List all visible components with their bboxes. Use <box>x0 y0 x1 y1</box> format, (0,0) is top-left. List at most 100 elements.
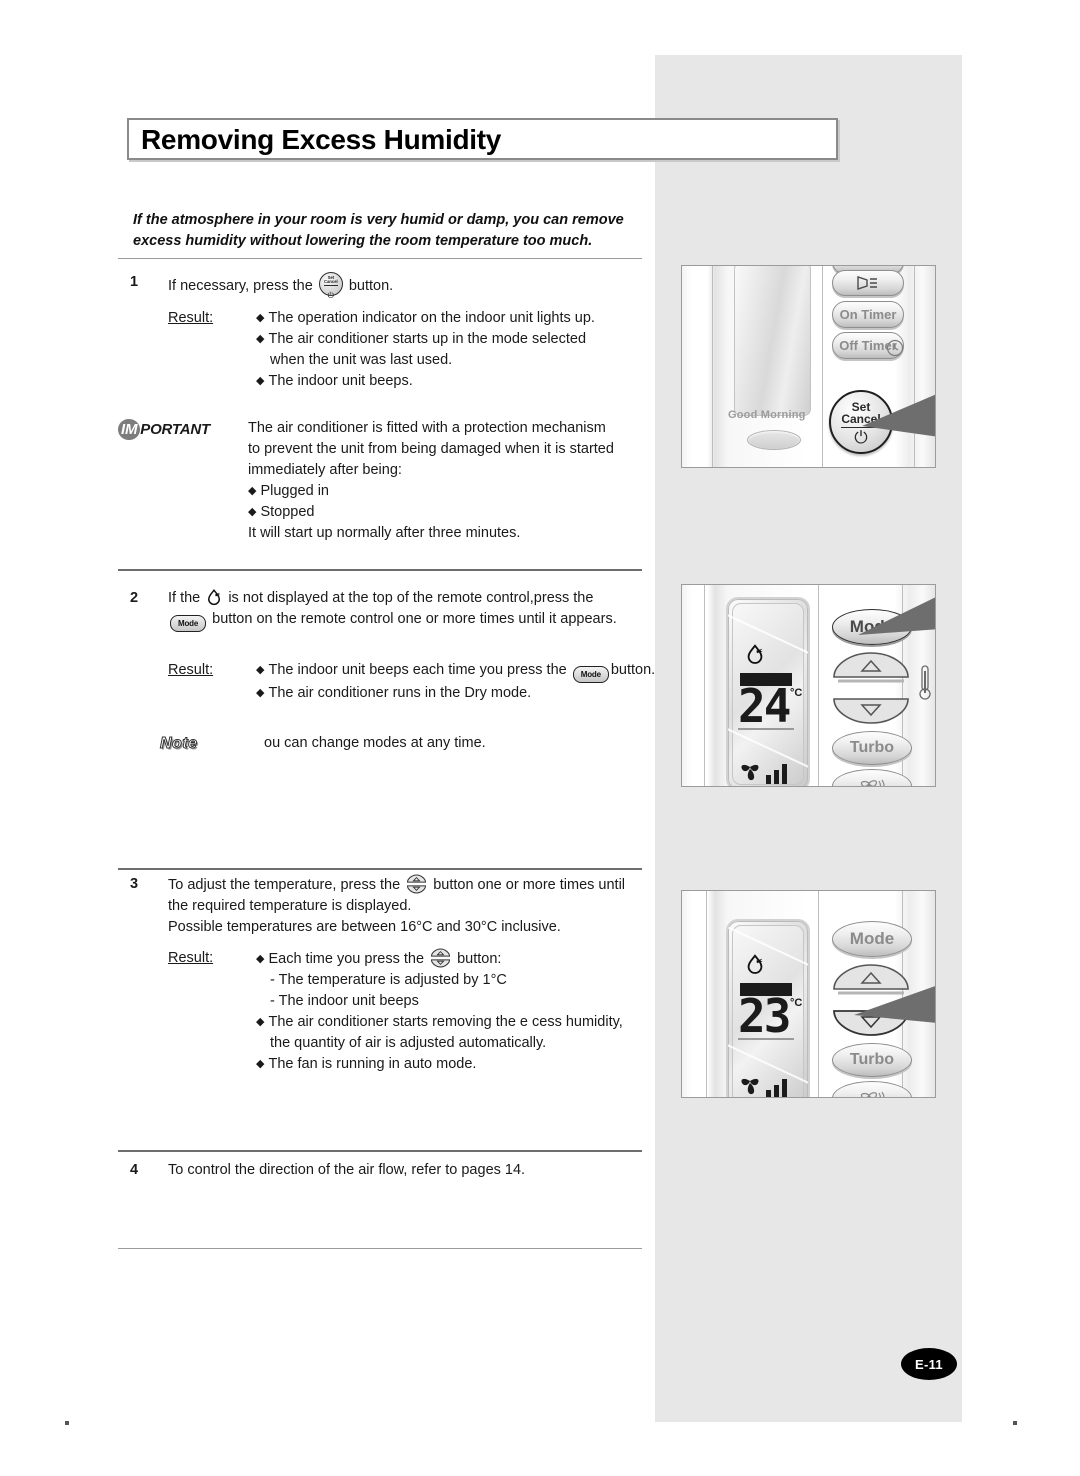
display-strip <box>734 266 811 416</box>
note-block: Note ou can change modes at any time. <box>160 733 640 754</box>
step-3-line-3: Possible temperatures are between 16°C a… <box>168 919 561 935</box>
step-2-line-2: Mode button on the remote control one or… <box>168 609 650 632</box>
diamond-bullet-icon: ◆ <box>248 506 257 518</box>
list-item: ◆ Plugged in <box>248 483 329 499</box>
dry-mode-icon <box>747 954 763 974</box>
fan-signal-icon <box>741 1078 787 1097</box>
remote-edge <box>818 585 819 786</box>
step-2-result: Result: ◆ The indoor unit beeps each time… <box>130 660 655 704</box>
step-4: 4 To control the direction of the air fl… <box>130 1160 650 1181</box>
diamond-bullet-icon: ◆ <box>256 312 265 324</box>
list-item: ◆ The indoor unit beeps each time you pre… <box>256 660 655 683</box>
list-item: ◆ Each time you press the button: <box>256 948 655 970</box>
important-badge-circle: IM <box>118 419 141 440</box>
indicator-oval <box>747 430 801 450</box>
page-number-badge: E-11 <box>901 1348 957 1380</box>
lcd-display: 24 °C <box>726 597 810 786</box>
on-timer-button[interactable]: On Timer <box>832 301 904 328</box>
airflow-button[interactable] <box>832 270 904 296</box>
on-timer-label: On Timer <box>839 307 897 322</box>
diamond-bullet-icon: ◆ <box>256 375 265 387</box>
list-item: ◆ The fan is running in auto mode. <box>256 1056 477 1072</box>
step-1-number: 1 <box>130 274 139 290</box>
list-item: ◆ The air conditioner starts up in the mo… <box>256 331 587 347</box>
step-4-number: 4 <box>130 1162 139 1178</box>
lcd-unit: °C <box>790 997 803 1009</box>
fan-signal-icon <box>741 764 787 784</box>
step-4-instruction: To control the direction of the air flow… <box>168 1162 526 1178</box>
down-arrow-button[interactable] <box>832 689 910 727</box>
airflow-icon <box>857 276 877 290</box>
page-title: Removing Excess Humidity <box>141 124 502 155</box>
thermometer-icon <box>919 665 931 700</box>
diamond-bullet-icon: ◆ <box>256 1058 265 1070</box>
panel-edge <box>712 266 713 467</box>
important-badge: IM PORTANT <box>118 419 210 440</box>
step-3-result-list: ◆ Each time you press the button: - The t… <box>256 948 655 1075</box>
turbo-button[interactable]: Turbo <box>832 1043 912 1077</box>
diamond-bullet-icon: ◆ <box>256 953 265 965</box>
page-title-box: Removing Excess Humidity <box>127 118 838 160</box>
lcd-temperature: 23 <box>738 989 791 1043</box>
lcd-display: 23 °C <box>726 919 810 1097</box>
step-3-result-label: Result: <box>168 950 214 966</box>
lcd-unit: °C <box>790 687 803 699</box>
mode-label: Mode <box>849 929 895 948</box>
lcd-divider <box>738 728 794 730</box>
mode-button[interactable]: Mode <box>832 921 912 957</box>
diamond-bullet-icon: ◆ <box>256 664 265 676</box>
step-1-instruction: If necessary, press the Set Cancel ⏻ butto… <box>168 272 650 300</box>
lcd-divider <box>738 1038 794 1040</box>
up-arrow-button[interactable] <box>832 651 910 689</box>
step-2-number: 2 <box>130 590 139 606</box>
important-block: IM PORTANT The air conditioner is fitted … <box>118 418 648 544</box>
step-2-instruction: If the is not displayed at the top of th… <box>168 588 650 632</box>
panel-edge <box>822 266 823 467</box>
divider-above-step-1 <box>118 258 642 259</box>
illustration-remote-temperature: 23 °C Mode Turbo <box>681 890 936 1098</box>
diamond-bullet-icon: ◆ <box>256 333 265 345</box>
important-closing: It will start up normally after three mi… <box>248 525 521 541</box>
list-item-continuation: the quantity of air is adjusted automati… <box>270 1035 547 1051</box>
mode-button-icon: Mode <box>170 615 207 632</box>
step-3-instruction: To adjust the temperature, press the but… <box>168 874 655 938</box>
list-item: ◆ The operation indicator on the indoor u… <box>256 310 595 326</box>
registration-mark-left <box>65 1421 69 1425</box>
illustration-indoor-unit-panel: Good Morning On Timer Off Timer Set Canc… <box>681 265 936 468</box>
list-item: ◆ The indoor unit beeps. <box>256 373 413 389</box>
set-cancel-button-icon: Set Cancel ⏻ <box>318 272 343 300</box>
callout-arrow <box>854 986 935 1023</box>
list-item-continuation: when the unit was last used. <box>270 352 453 368</box>
step-1-result: Result: ◆ The operation indicator on the … <box>130 308 650 392</box>
diamond-bullet-icon: ◆ <box>256 687 265 699</box>
divider-above-step-3 <box>118 868 642 870</box>
lcd-temperature: 24 <box>738 679 791 733</box>
divider-above-step-4 <box>118 1150 642 1152</box>
fan-icon <box>860 779 885 786</box>
list-item: - The temperature is adjusted by 1°C <box>270 972 507 988</box>
important-badge-text: PORTANT <box>140 421 210 438</box>
step-3-number: 3 <box>130 876 139 892</box>
step-1-result-list: ◆ The operation indicator on the indoor u… <box>256 308 650 392</box>
turbo-label: Turbo <box>849 739 895 756</box>
mode-button-icon: Mode <box>572 666 609 683</box>
step-2-line-1: If the is not displayed at the top of th… <box>168 589 594 606</box>
list-item: ◆ Stopped <box>248 504 315 520</box>
callout-arrow <box>858 597 935 635</box>
diamond-bullet-icon: ◆ <box>248 485 257 497</box>
step-1-text-after: button. <box>348 278 394 294</box>
step-1-text-before: If necessary, press the <box>168 278 313 294</box>
step-3-line-2: the required temperature is displayed. <box>168 898 412 914</box>
remote-edge <box>818 891 819 1097</box>
list-item: - The indoor unit beeps <box>270 993 419 1009</box>
step-2-result-list: ◆ The indoor unit beeps each time you pre… <box>256 660 655 704</box>
fan-icon <box>860 1091 885 1097</box>
good-morning-label: Good Morning <box>728 409 806 421</box>
step-3: 3 To adjust the temperature, press the b… <box>130 874 655 938</box>
turbo-button[interactable]: Turbo <box>832 731 912 765</box>
note-text: ou can change modes at any time. <box>264 735 486 751</box>
remote-edge <box>706 891 707 1097</box>
step-2-result-label: Result: <box>168 662 214 678</box>
temp-updown-button-icon <box>407 874 427 894</box>
divider-above-step-2 <box>118 569 642 571</box>
